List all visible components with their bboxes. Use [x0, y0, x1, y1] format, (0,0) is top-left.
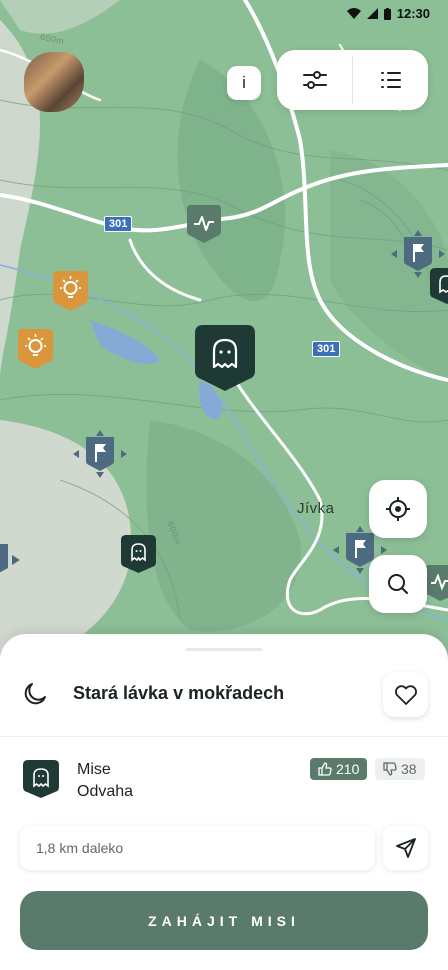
idea-pin[interactable]	[18, 329, 53, 369]
dislikes-count: 38	[401, 761, 417, 777]
filter-icon	[302, 71, 327, 89]
crosshair-icon	[386, 497, 410, 521]
lightbulb-icon	[18, 329, 53, 369]
moon-icon	[24, 683, 46, 705]
selected-mission-pin[interactable]	[195, 325, 255, 391]
activity-pin[interactable]	[425, 565, 448, 601]
flag-pin[interactable]	[391, 230, 445, 278]
list-button[interactable]	[353, 50, 428, 110]
pulse-icon	[425, 565, 448, 601]
distance-field: 1,8 km daleko	[20, 826, 375, 870]
idea-pin[interactable]	[53, 271, 88, 311]
status-time: 12:30	[396, 6, 430, 21]
sheet-divider	[0, 736, 448, 737]
road-number-badge: 301	[312, 341, 341, 357]
mission-title: Stará lávka v mokřadech	[73, 683, 285, 703]
list-icon	[380, 72, 401, 88]
thumbs-up-icon	[318, 762, 332, 776]
flag-pin[interactable]	[73, 430, 127, 478]
flag-pin[interactable]	[0, 540, 20, 580]
status-bar: 12:30	[346, 6, 430, 21]
road-number-badge: 301	[104, 216, 133, 232]
flag-icon	[0, 544, 20, 573]
favorite-button[interactable]	[383, 672, 428, 717]
likes-count: 210	[336, 761, 360, 777]
search-button[interactable]	[369, 555, 427, 613]
map-view[interactable]: 12:30 i 301 301 Jívka 600m 600m	[0, 0, 448, 680]
navigate-button[interactable]	[383, 826, 428, 870]
mission-category: Odvaha	[77, 783, 134, 800]
signal-icon	[366, 8, 378, 19]
pulse-icon	[187, 205, 221, 243]
mission-type-icon	[23, 760, 59, 798]
activity-pin[interactable]	[187, 205, 221, 243]
heart-icon	[394, 684, 417, 705]
sheet-drag-handle[interactable]	[186, 648, 262, 651]
flag-icon	[73, 430, 127, 478]
start-mission-button[interactable]: ZAHÁJIT MISI	[20, 891, 428, 950]
search-icon	[388, 574, 408, 594]
thumbs-down-icon	[383, 762, 397, 776]
ghost-icon	[195, 325, 255, 391]
dislikes-badge[interactable]: 38	[375, 758, 425, 780]
wifi-icon	[346, 8, 361, 19]
battery-icon	[383, 7, 391, 20]
ghost-icon	[121, 535, 156, 573]
mission-type: Mise	[77, 761, 111, 778]
mission-detail-sheet: Stará lávka v mokřadech Mise Odvaha 210 …	[0, 634, 448, 970]
user-avatar[interactable]	[24, 52, 84, 112]
likes-badge[interactable]: 210	[310, 758, 368, 780]
navigation-arrow-icon	[395, 838, 416, 858]
filter-button[interactable]	[277, 50, 352, 110]
place-label: Jívka	[297, 500, 335, 517]
map-toolbar	[277, 50, 428, 110]
locate-me-button[interactable]	[369, 480, 427, 538]
info-button[interactable]: i	[227, 66, 261, 100]
flag-icon	[391, 230, 445, 278]
mission-pin[interactable]	[121, 535, 156, 573]
lightbulb-icon	[53, 271, 88, 311]
